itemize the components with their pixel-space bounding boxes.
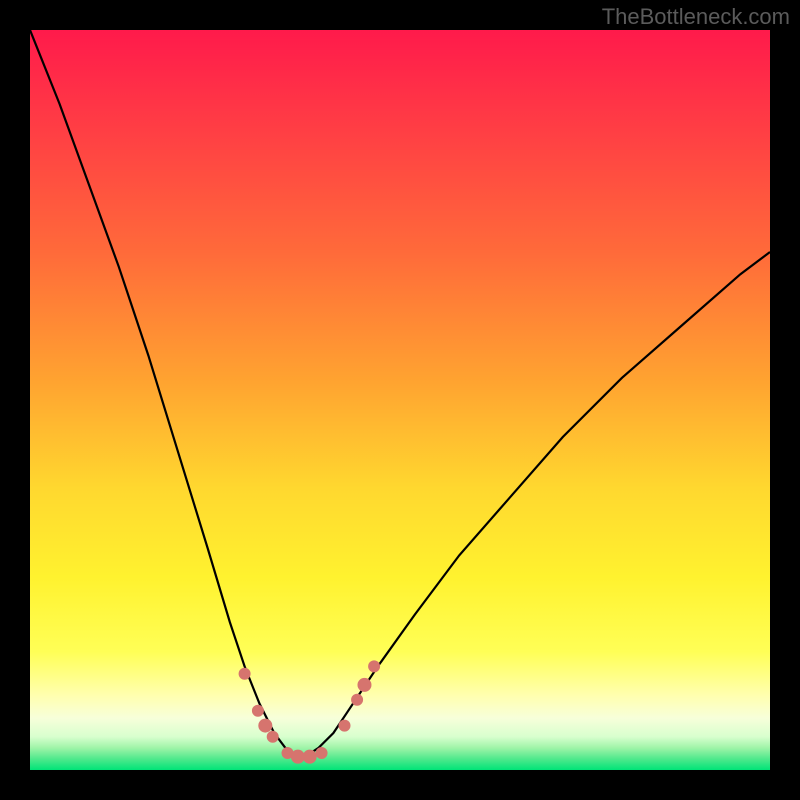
curve-marker: [267, 731, 279, 743]
figure-container: TheBottleneck.com: [0, 0, 800, 800]
curve-marker: [239, 668, 251, 680]
curve-marker: [258, 719, 272, 733]
curve-marker: [339, 720, 351, 732]
curve-marker: [252, 705, 264, 717]
plot-area: [30, 30, 770, 770]
gradient-background: [30, 30, 770, 770]
curve-marker: [303, 750, 317, 764]
curve-marker: [351, 694, 363, 706]
curve-marker: [368, 660, 380, 672]
curve-marker: [357, 678, 371, 692]
chart-svg: [30, 30, 770, 770]
curve-marker: [316, 747, 328, 759]
watermark-text: TheBottleneck.com: [602, 4, 790, 30]
